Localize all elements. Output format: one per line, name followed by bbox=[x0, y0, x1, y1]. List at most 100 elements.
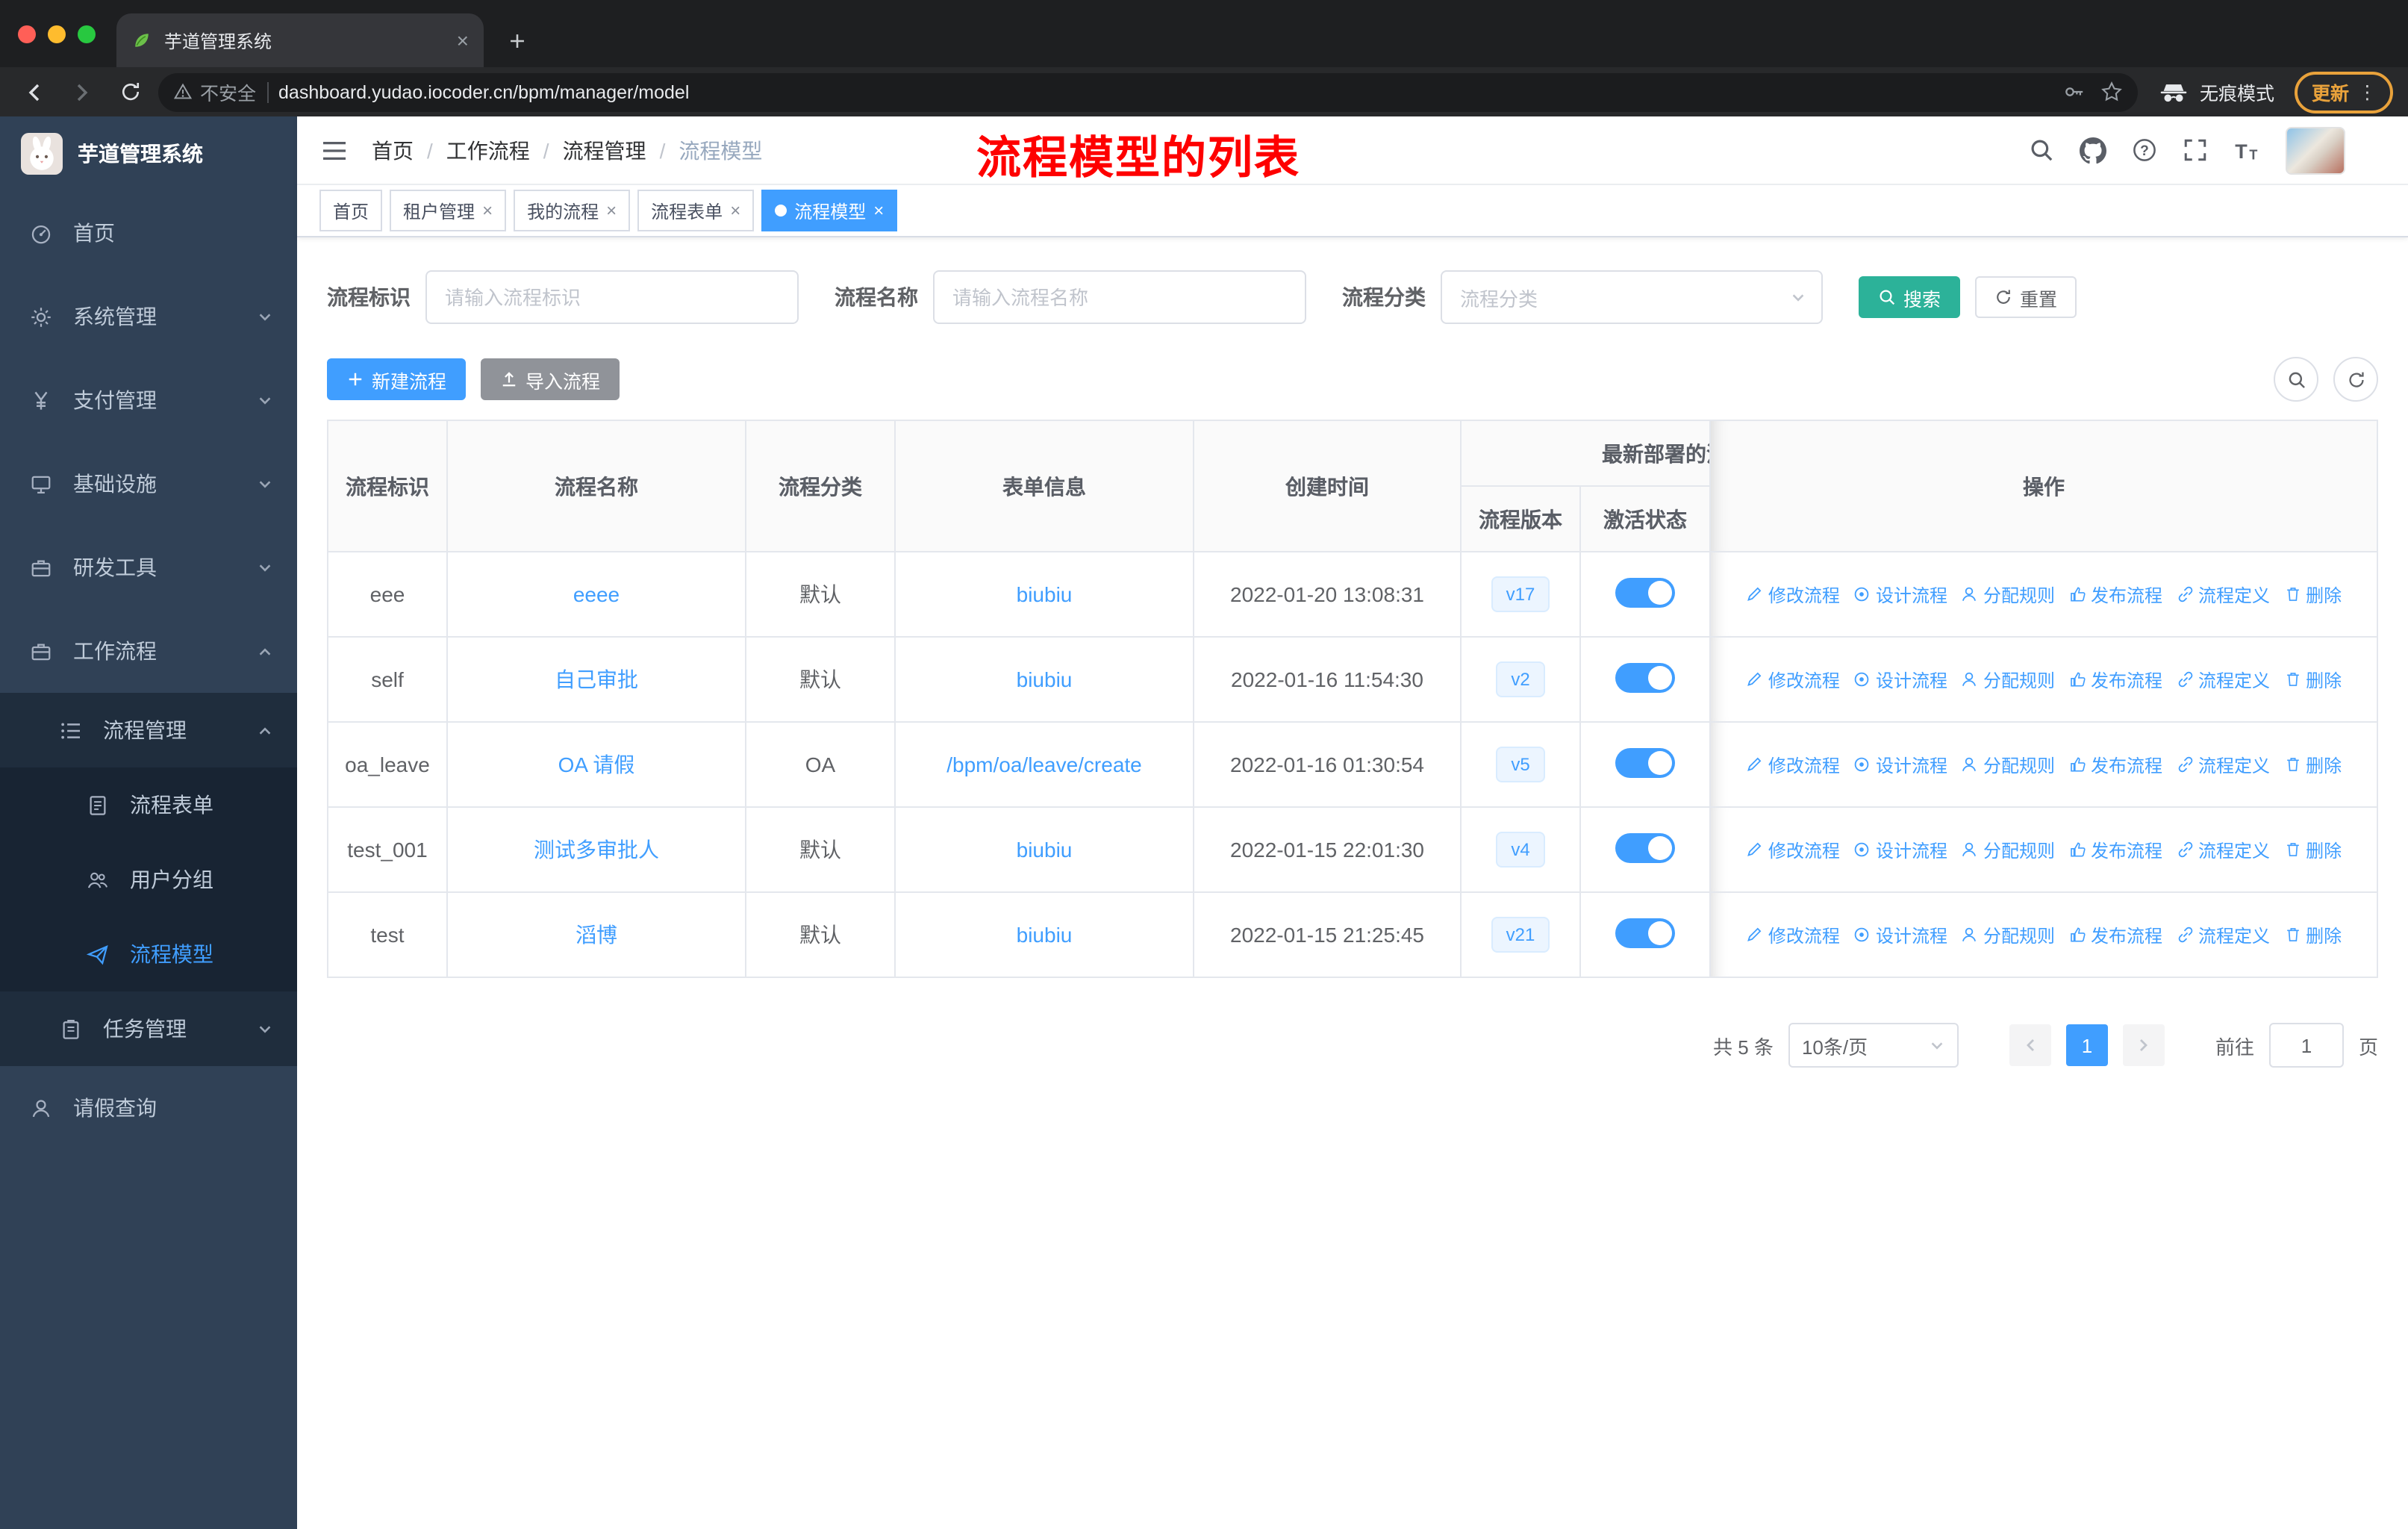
op-design-link[interactable]: 设计流程 bbox=[1853, 667, 1947, 692]
process-name-link[interactable]: 自己审批 bbox=[555, 667, 638, 691]
toggle-search-button[interactable] bbox=[2274, 357, 2318, 402]
browser-menu-icon[interactable]: ⋮ bbox=[2358, 81, 2377, 103]
url-text[interactable]: dashboard.yudao.iocoder.cn/bpm/manager/m… bbox=[278, 81, 2053, 102]
close-icon[interactable]: × bbox=[730, 200, 740, 221]
op-delete-link[interactable]: 删除 bbox=[2283, 837, 2342, 862]
close-icon[interactable]: × bbox=[606, 200, 617, 221]
process-category-select[interactable]: 流程分类 bbox=[1441, 270, 1823, 324]
process-id-input[interactable] bbox=[425, 270, 799, 324]
font-size-icon[interactable] bbox=[2233, 137, 2260, 164]
sidebar-item-user-groups[interactable]: 用户分组 bbox=[0, 842, 297, 917]
goto-page-input[interactable] bbox=[2268, 1023, 2344, 1068]
next-page-button[interactable] bbox=[2122, 1024, 2165, 1066]
reset-button[interactable]: 重置 bbox=[1975, 276, 2077, 318]
op-publish-link[interactable]: 发布流程 bbox=[2068, 582, 2162, 607]
sidebar-item-system[interactable]: 系统管理 bbox=[0, 275, 297, 358]
op-delete-link[interactable]: 删除 bbox=[2283, 667, 2342, 692]
page-size-select[interactable]: 10条/页 bbox=[1788, 1023, 1959, 1068]
sidebar-item-devtools[interactable]: 研发工具 bbox=[0, 526, 297, 609]
sidebar-item-process-forms[interactable]: 流程表单 bbox=[0, 767, 297, 842]
window-controls[interactable] bbox=[0, 0, 116, 67]
tag-process-forms[interactable]: 流程表单 × bbox=[637, 190, 755, 231]
help-icon[interactable] bbox=[2132, 137, 2157, 163]
app-logo[interactable]: 芋道管理系统 bbox=[0, 116, 297, 191]
op-design-link[interactable]: 设计流程 bbox=[1853, 752, 1947, 777]
bookmark-star-icon[interactable] bbox=[2101, 81, 2124, 103]
op-assign-rule-link[interactable]: 分配规则 bbox=[1961, 837, 2055, 862]
close-icon[interactable]: × bbox=[482, 200, 493, 221]
sidebar-item-task-management[interactable]: 任务管理 bbox=[0, 991, 297, 1066]
form-info-link[interactable]: biubiu bbox=[1017, 838, 1073, 862]
process-name-input[interactable] bbox=[933, 270, 1306, 324]
minimize-window-button[interactable] bbox=[48, 25, 66, 43]
breadcrumb-process-management[interactable]: 流程管理 bbox=[563, 135, 646, 165]
create-process-button[interactable]: 新建流程 bbox=[327, 358, 467, 400]
close-window-button[interactable] bbox=[18, 25, 36, 43]
browser-tab[interactable]: 芋道管理系统 × bbox=[116, 13, 484, 67]
sidebar-item-process-management[interactable]: 流程管理 bbox=[0, 693, 297, 767]
active-toggle[interactable] bbox=[1615, 832, 1675, 862]
back-button[interactable] bbox=[15, 72, 54, 111]
sidebar-item-infrastructure[interactable]: 基础设施 bbox=[0, 442, 297, 526]
browser-update-button[interactable]: 更新 ⋮ bbox=[2295, 71, 2393, 113]
op-delete-link[interactable]: 删除 bbox=[2283, 752, 2342, 777]
op-assign-rule-link[interactable]: 分配规则 bbox=[1961, 582, 2055, 607]
page-number-button[interactable]: 1 bbox=[2065, 1024, 2108, 1066]
form-info-link[interactable]: /bpm/oa/leave/create bbox=[946, 753, 1142, 776]
tag-home[interactable]: 首页 bbox=[319, 190, 383, 231]
new-tab-button[interactable] bbox=[496, 19, 537, 61]
op-edit-link[interactable]: 修改流程 bbox=[1746, 922, 1840, 947]
op-delete-link[interactable]: 删除 bbox=[2283, 922, 2342, 947]
tag-process-models[interactable]: 流程模型 × bbox=[761, 190, 898, 231]
op-publish-link[interactable]: 发布流程 bbox=[2068, 667, 2162, 692]
op-edit-link[interactable]: 修改流程 bbox=[1746, 582, 1840, 607]
op-assign-rule-link[interactable]: 分配规则 bbox=[1961, 667, 2055, 692]
op-publish-link[interactable]: 发布流程 bbox=[2068, 752, 2162, 777]
op-definition-link[interactable]: 流程定义 bbox=[2176, 582, 2270, 607]
tag-my-processes[interactable]: 我的流程 × bbox=[514, 190, 631, 231]
prev-page-button[interactable] bbox=[2009, 1024, 2051, 1066]
refresh-table-button[interactable] bbox=[2333, 357, 2378, 402]
op-definition-link[interactable]: 流程定义 bbox=[2176, 752, 2270, 777]
op-design-link[interactable]: 设计流程 bbox=[1853, 922, 1947, 947]
op-delete-link[interactable]: 删除 bbox=[2283, 582, 2342, 607]
version-badge[interactable]: v2 bbox=[1496, 661, 1545, 697]
header-search-button[interactable] bbox=[2029, 137, 2054, 163]
sidebar-item-workflow[interactable]: 工作流程 bbox=[0, 609, 297, 693]
tag-tenant-management[interactable]: 租户管理 × bbox=[390, 190, 507, 231]
sidebar-toggle-button[interactable] bbox=[321, 138, 348, 162]
sidebar-item-home[interactable]: 首页 bbox=[0, 191, 297, 275]
op-edit-link[interactable]: 修改流程 bbox=[1746, 837, 1840, 862]
active-toggle[interactable] bbox=[1615, 747, 1675, 777]
op-edit-link[interactable]: 修改流程 bbox=[1746, 752, 1840, 777]
breadcrumb-workflow[interactable]: 工作流程 bbox=[446, 135, 530, 165]
breadcrumb-home[interactable]: 首页 bbox=[372, 135, 414, 165]
op-publish-link[interactable]: 发布流程 bbox=[2068, 922, 2162, 947]
process-name-link[interactable]: OA 请假 bbox=[558, 753, 635, 776]
address-bar[interactable]: 不安全 dashboard.yudao.iocoder.cn/bpm/manag… bbox=[158, 72, 2139, 111]
process-name-link[interactable]: 测试多审批人 bbox=[534, 838, 659, 862]
tab-close-icon[interactable]: × bbox=[457, 30, 469, 51]
github-icon[interactable] bbox=[2080, 137, 2106, 164]
close-icon[interactable]: × bbox=[873, 200, 884, 221]
active-toggle[interactable] bbox=[1615, 918, 1675, 947]
form-info-link[interactable]: biubiu bbox=[1017, 667, 1073, 691]
sidebar-item-process-models[interactable]: 流程模型 bbox=[0, 917, 297, 991]
op-design-link[interactable]: 设计流程 bbox=[1853, 837, 1947, 862]
version-badge[interactable]: v17 bbox=[1491, 576, 1550, 612]
maximize-window-button[interactable] bbox=[78, 25, 96, 43]
import-process-button[interactable]: 导入流程 bbox=[481, 358, 620, 400]
process-name-link[interactable]: 滔博 bbox=[576, 923, 617, 947]
version-badge[interactable]: v21 bbox=[1491, 917, 1550, 953]
active-toggle[interactable] bbox=[1615, 662, 1675, 692]
security-indicator[interactable]: 不安全 bbox=[173, 78, 256, 106]
search-button[interactable]: 搜索 bbox=[1859, 276, 1961, 318]
user-avatar[interactable] bbox=[2286, 126, 2345, 174]
active-toggle[interactable] bbox=[1615, 577, 1675, 607]
form-info-link[interactable]: biubiu bbox=[1017, 582, 1073, 606]
op-definition-link[interactable]: 流程定义 bbox=[2176, 667, 2270, 692]
sidebar-item-payment[interactable]: 支付管理 bbox=[0, 358, 297, 442]
op-publish-link[interactable]: 发布流程 bbox=[2068, 837, 2162, 862]
reload-button[interactable] bbox=[110, 72, 149, 111]
forward-button[interactable] bbox=[63, 72, 102, 111]
